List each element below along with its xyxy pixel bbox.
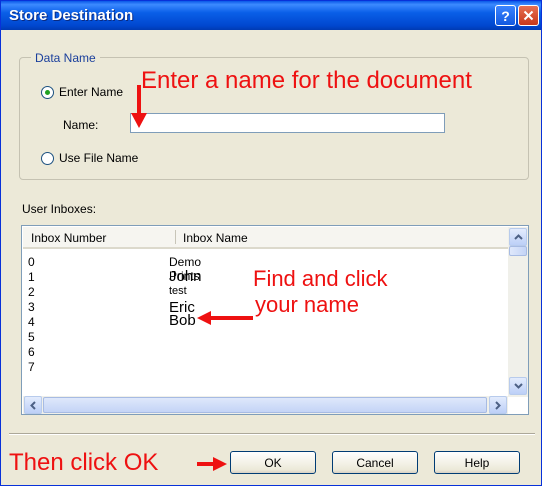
name-input[interactable] [130, 113, 445, 133]
list-row-1[interactable]: 1 John [28, 269, 202, 284]
use-file-name-label[interactable]: Use File Name [59, 151, 138, 165]
annotation-then-ok: Then click OK [9, 449, 159, 476]
vertical-scroll-thumb[interactable] [509, 246, 527, 256]
inbox-name: Bob [169, 312, 196, 329]
horizontal-scrollbar[interactable] [23, 396, 508, 414]
horizontal-scroll-thumb[interactable] [43, 397, 487, 413]
inbox-number: 4 [28, 315, 35, 329]
inbox-number: 2 [28, 285, 35, 299]
close-icon [523, 10, 534, 21]
chevron-right-icon [495, 400, 501, 410]
chevron-up-icon [513, 234, 523, 240]
ok-button[interactable]: OK [230, 451, 316, 474]
list-row-7[interactable]: 7 [28, 361, 35, 373]
inbox-number: 7 [28, 360, 35, 374]
name-label: Name: [63, 118, 99, 132]
title-bar[interactable]: Store Destination ? [1, 1, 541, 30]
column-header-inbox-number[interactable]: Inbox Number [31, 231, 106, 245]
arrow-right-icon [197, 457, 227, 471]
data-name-legend: Data Name [31, 51, 100, 65]
column-divider[interactable] [175, 230, 176, 244]
use-file-name-radio[interactable] [41, 152, 54, 165]
inbox-number: 0 [28, 255, 35, 269]
enter-name-label[interactable]: Enter Name [59, 85, 123, 99]
scroll-down-button[interactable] [509, 377, 527, 395]
scroll-left-button[interactable] [24, 396, 42, 414]
list-row-6[interactable]: 6 [28, 346, 35, 358]
list-header: Inbox Number Inbox Name [23, 227, 508, 249]
list-row-5[interactable]: 5 [28, 331, 35, 343]
arrow-left-icon [197, 311, 253, 325]
user-inboxes-label: User Inboxes: [22, 202, 97, 216]
list-row-0[interactable]: 0 Demo Prints [28, 255, 201, 283]
inbox-number: 3 [28, 300, 35, 314]
close-button[interactable] [518, 5, 539, 26]
cancel-button[interactable]: Cancel [332, 451, 418, 474]
vertical-scrollbar[interactable] [508, 227, 528, 397]
scroll-up-button[interactable] [509, 228, 527, 246]
column-header-inbox-name[interactable]: Inbox Name [183, 231, 248, 245]
enter-name-radio[interactable] [41, 86, 54, 99]
divider [9, 433, 535, 435]
annotation-enter-name: Enter a name for the document [141, 67, 472, 94]
arrow-down-icon [131, 85, 147, 128]
store-destination-dialog: Store Destination ? Data Name Enter Name… [0, 0, 542, 486]
list-row-3[interactable]: 3 Eric [28, 300, 195, 315]
inbox-list[interactable]: Inbox Number Inbox Name 0 Demo Prints 1 … [21, 225, 529, 415]
annotation-find-line2: your name [255, 292, 359, 317]
radio-selected-dot [45, 90, 50, 95]
window-title: Store Destination [9, 7, 134, 24]
scroll-right-button[interactable] [489, 396, 507, 414]
help-button[interactable]: Help [434, 451, 520, 474]
inbox-number: 5 [28, 330, 35, 344]
inbox-number: 1 [28, 270, 35, 284]
annotation-find-line1: Find and click [253, 266, 388, 291]
help-title-button[interactable]: ? [495, 5, 516, 26]
inbox-name: test [169, 285, 187, 297]
chevron-down-icon [513, 383, 523, 389]
list-row-2[interactable]: 2 test [28, 285, 187, 299]
inbox-number: 6 [28, 345, 35, 359]
chevron-left-icon [30, 400, 36, 410]
inbox-name: John [169, 268, 202, 285]
list-row-4[interactable]: 4 Bob [28, 313, 196, 329]
question-icon: ? [501, 7, 510, 24]
